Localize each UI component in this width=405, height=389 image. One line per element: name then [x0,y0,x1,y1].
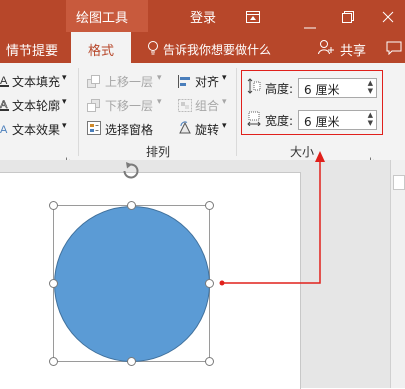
rotate-handle-icon[interactable] [120,160,142,182]
align-button[interactable]: 对齐 [195,73,219,90]
width-icon [247,110,261,127]
minimize-icon[interactable] [304,14,316,29]
spin-arrows-icon[interactable]: ▲ ▼ [368,111,373,127]
resize-handle-top-right[interactable] [205,201,214,210]
tab-format-label: 格式 [88,44,115,59]
chevron-down-icon[interactable]: ▾ [222,73,227,83]
bring-forward-icon [87,73,101,88]
group-button[interactable]: 组合 [195,97,219,114]
send-backward-button[interactable]: 下移一层 [105,97,153,114]
group-separator [236,68,237,156]
share-user-icon[interactable] [318,39,334,55]
context-tab-label: 绘图工具 [76,11,129,26]
share-button[interactable]: 共享 [340,40,366,59]
svg-text:A: A [0,124,8,135]
lightbulb-icon [146,40,160,56]
arrange-group-label: 排列 [146,145,171,159]
bring-forward-button[interactable]: 上移一层 [105,73,153,90]
login-button[interactable]: 登录 [190,7,216,26]
chevron-down-icon[interactable]: ▾ [62,121,67,131]
chevron-down-icon[interactable]: ▾ [222,97,227,107]
width-label: 宽度: [265,114,294,128]
height-label: 高度: [265,82,294,96]
dialog-launcher-icon[interactable] [370,149,377,164]
text-outline-icon: A [0,96,9,111]
height-input[interactable]: 6 厘米 ▲ ▼ [298,78,377,98]
width-input[interactable]: 6 厘米 ▲ ▼ [298,110,377,130]
dialog-launcher-icon[interactable] [66,149,73,164]
rotate-icon [178,120,192,134]
height-icon [247,78,261,94]
rotate-button[interactable]: 旋转 [195,121,219,138]
resize-handle-bottom[interactable] [127,357,136,366]
width-value: 6 厘米 [304,115,340,129]
resize-handle-top-left[interactable] [49,201,58,210]
chevron-down-icon[interactable]: ▾ [62,73,67,83]
tell-me-search[interactable]: 告诉我你想要做什么 [163,41,271,58]
restore-icon[interactable] [342,8,354,23]
selection-pane-icon [87,120,101,135]
text-fill-button[interactable]: 文本填充 [12,73,60,90]
chevron-down-icon[interactable]: ▾ [157,97,162,107]
height-value: 6 厘米 [304,83,340,97]
annotation-arrow [215,150,325,290]
tab-storyboard[interactable]: 情节提要 [6,40,58,59]
selection-pane-button[interactable]: 选择窗格 [105,121,153,138]
chevron-down-icon[interactable]: ▾ [62,97,67,107]
send-backward-icon [87,97,101,112]
circle-shape[interactable] [54,206,210,362]
resize-handle-bottom-right[interactable] [205,357,214,366]
vertical-scrollbar[interactable] [390,160,405,388]
spin-arrows-icon[interactable]: ▲ ▼ [368,79,373,95]
resize-handle-right[interactable] [205,279,214,288]
close-icon[interactable] [382,8,394,23]
group-separator [78,68,79,156]
scrollbar-thumb[interactable] [393,175,405,190]
text-effects-button[interactable]: 文本效果 [12,121,60,138]
text-effects-icon: A [0,120,9,136]
align-icon [178,73,192,88]
group-objects-icon [178,97,192,112]
chevron-down-icon[interactable]: ▾ [157,73,162,83]
text-fill-icon: A [0,72,9,87]
resize-handle-top[interactable] [127,201,136,210]
resize-handle-left[interactable] [49,279,58,288]
chevron-down-icon[interactable]: ▾ [222,121,227,131]
comment-icon[interactable] [386,40,402,56]
text-outline-button[interactable]: 文本轮廓 [12,97,60,114]
resize-handle-bottom-left[interactable] [49,357,58,366]
restore-ribbon-icon[interactable] [246,8,260,23]
